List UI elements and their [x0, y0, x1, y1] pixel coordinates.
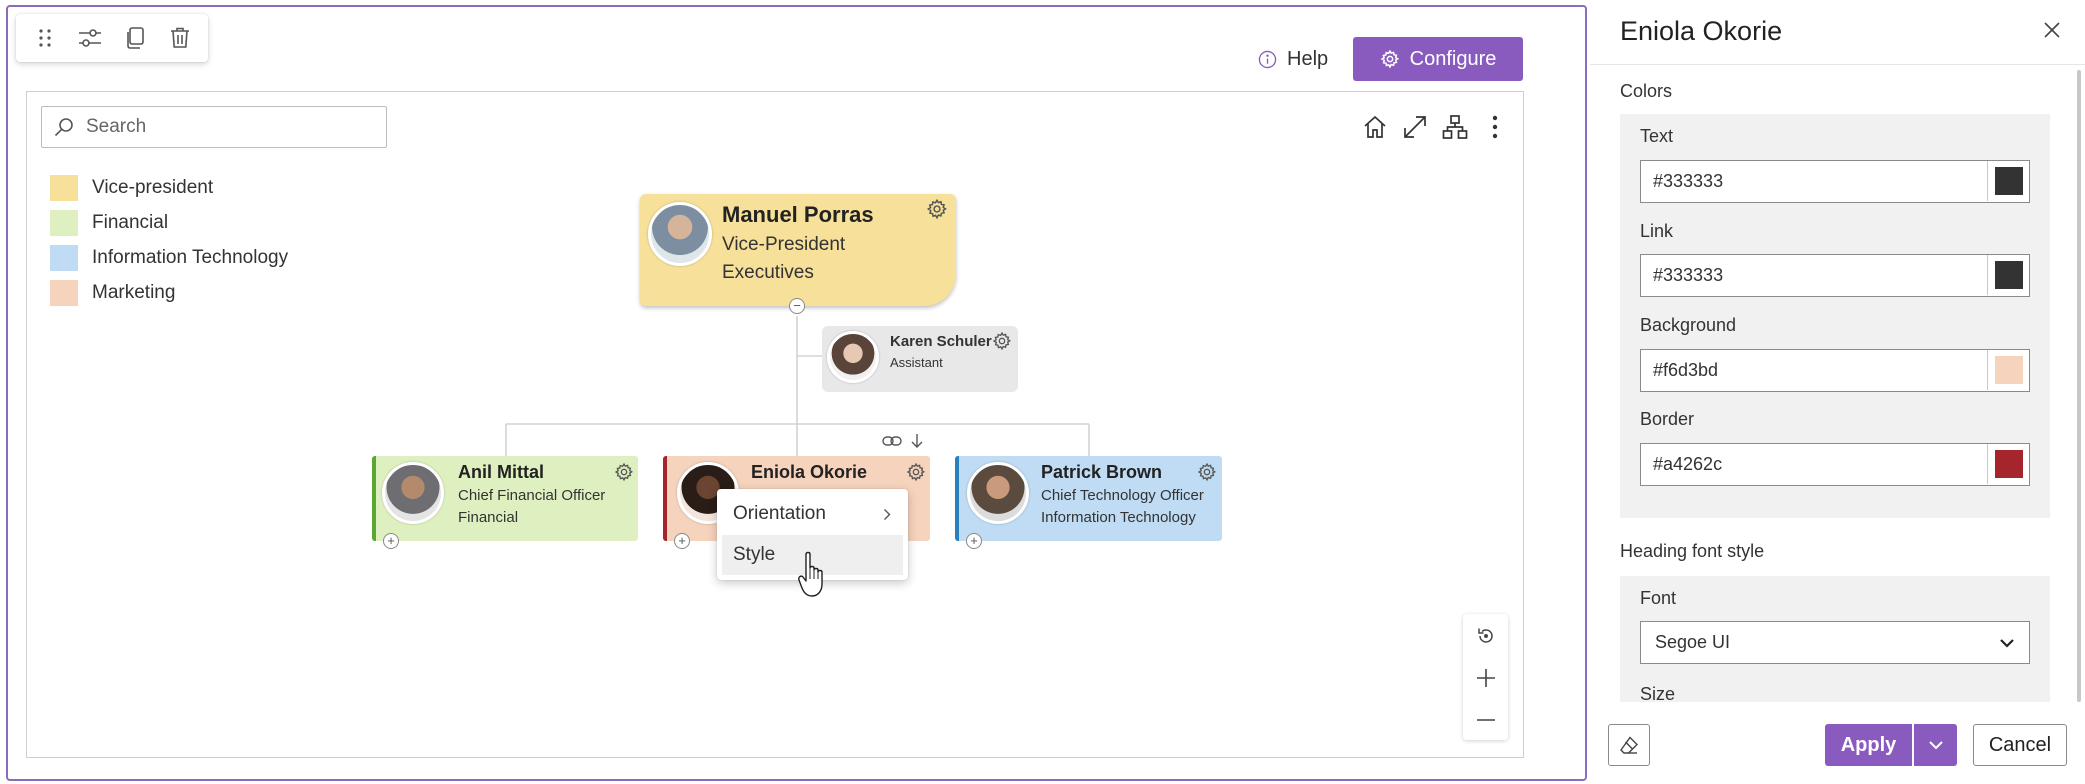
heading-font-section-title: Heading font style — [1620, 541, 1765, 561]
background-color-label: Background — [1640, 315, 1737, 335]
avatar — [648, 202, 712, 266]
panel-scrollbar[interactable] — [2077, 70, 2081, 702]
color-swatch — [1994, 356, 2023, 384]
menu-item-orientation[interactable]: Orientation — [722, 494, 903, 534]
divider — [1590, 64, 2085, 65]
org-connectors — [505, 316, 1090, 456]
apply-options-button[interactable] — [1914, 724, 1957, 766]
gear-icon[interactable] — [614, 462, 634, 482]
node-name: Eniola Okorie — [751, 462, 868, 482]
arrow-down-icon[interactable] — [910, 432, 924, 450]
background-color-field[interactable] — [1640, 349, 2030, 392]
menu-item-label: Style — [733, 544, 776, 565]
link-icon[interactable] — [882, 433, 902, 449]
node-name: Patrick Brown — [1041, 462, 1163, 482]
colors-section-title: Colors — [1620, 81, 1673, 101]
border-color-field[interactable] — [1640, 443, 2030, 486]
border-color-input[interactable] — [1641, 453, 1981, 476]
avatar — [827, 331, 879, 383]
gear-icon[interactable] — [906, 462, 926, 482]
gear-icon[interactable] — [926, 198, 948, 220]
node-title: Vice-President — [722, 234, 846, 255]
chevron-down-icon — [1928, 741, 1943, 750]
gear-icon[interactable] — [992, 331, 1012, 351]
org-node-karen-schuler[interactable]: Karen Schuler Assistant — [822, 326, 1018, 392]
avatar — [967, 462, 1029, 524]
color-swatch — [1994, 261, 2023, 289]
link-color-label: Link — [1640, 221, 1674, 241]
cancel-button[interactable]: Cancel — [1973, 724, 2067, 766]
gear-icon[interactable] — [1197, 462, 1217, 482]
chevron-down-icon — [2000, 638, 2014, 648]
expand-toggle[interactable]: + — [966, 533, 982, 549]
color-swatch — [1994, 167, 2023, 195]
node-name: Anil Mittal — [458, 462, 544, 482]
zoom-panel — [1463, 614, 1508, 740]
org-node-patrick-brown[interactable]: Patrick Brown Chief Technology Officer I… — [955, 456, 1222, 541]
expand-toggle[interactable]: + — [383, 533, 399, 549]
font-label: Font — [1640, 588, 1677, 608]
zoom-out-icon[interactable] — [1470, 704, 1502, 736]
color-picker-button[interactable] — [1987, 161, 2029, 201]
node-department: Executives — [722, 262, 814, 283]
chevron-right-icon — [884, 509, 891, 520]
link-color-field[interactable] — [1640, 254, 2030, 297]
text-color-input[interactable] — [1641, 170, 1981, 193]
reset-style-button[interactable] — [1608, 724, 1650, 766]
org-node-manuel-porras[interactable]: Manuel Porras Vice-President Executives — [640, 194, 956, 306]
eraser-icon — [1620, 736, 1638, 754]
zoom-in-icon[interactable] — [1470, 662, 1502, 694]
color-picker-button[interactable] — [1987, 444, 2029, 484]
color-picker-button[interactable] — [1987, 350, 2029, 390]
collapse-toggle[interactable]: − — [789, 298, 805, 314]
node-department: Information Technology — [1041, 509, 1196, 526]
menu-item-label: Orientation — [733, 503, 826, 524]
color-swatch — [1994, 450, 2023, 478]
font-select-value: Segoe UI — [1655, 632, 1731, 652]
font-select[interactable]: Segoe UI — [1640, 621, 2030, 664]
background-color-input[interactable] — [1641, 359, 1981, 382]
node-name: Karen Schuler — [890, 333, 992, 350]
node-name: Manuel Porras — [722, 202, 874, 227]
link-color-input[interactable] — [1641, 264, 1981, 287]
border-color-label: Border — [1640, 409, 1695, 429]
panel-footer: Apply Cancel — [1590, 702, 2085, 784]
panel-title: Eniola Okorie — [1620, 16, 1783, 46]
text-color-label: Text — [1640, 126, 1674, 146]
color-picker-button[interactable] — [1987, 255, 2029, 295]
apply-button[interactable]: Apply — [1825, 724, 1912, 766]
node-title: Chief Financial Officer — [458, 487, 606, 504]
node-title: Chief Technology Officer — [1041, 487, 1204, 504]
org-node-anil-mittal[interactable]: Anil Mittal Chief Financial Officer Fina… — [372, 456, 638, 541]
text-color-field[interactable] — [1640, 160, 2030, 203]
style-side-panel: Eniola Okorie Colors Text Link Backgroun… — [1590, 0, 2085, 784]
node-title: Assistant — [890, 355, 943, 370]
close-icon[interactable] — [2038, 16, 2066, 44]
reset-view-icon[interactable] — [1470, 620, 1502, 652]
node-department: Financial — [458, 509, 519, 526]
avatar — [382, 462, 444, 524]
expand-toggle[interactable]: + — [674, 533, 690, 549]
hand-cursor-icon — [798, 551, 823, 597]
